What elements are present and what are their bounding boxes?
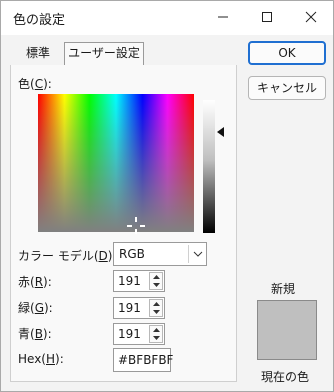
title-bar: 色の設定 bbox=[1, 1, 333, 35]
chevron-down-icon bbox=[193, 251, 203, 257]
blue-stepper[interactable]: 191 bbox=[113, 323, 165, 345]
cancel-button[interactable]: キャンセル bbox=[248, 76, 326, 100]
new-color-label: 新規 bbox=[271, 282, 296, 296]
hex-label: Hex(H): bbox=[18, 352, 64, 366]
color-model-value: RGB bbox=[119, 247, 145, 261]
crosshair-icon bbox=[127, 217, 145, 234]
maximize-icon bbox=[262, 12, 272, 22]
blue-stepper-buttons bbox=[149, 325, 163, 343]
blue-down-button[interactable] bbox=[150, 334, 162, 342]
maximize-button[interactable] bbox=[245, 1, 289, 33]
close-icon bbox=[305, 11, 317, 23]
caret-up-icon bbox=[152, 328, 160, 332]
caret-down-icon bbox=[152, 336, 160, 340]
minimize-icon bbox=[218, 16, 228, 18]
green-label: 緑(G): bbox=[18, 301, 53, 315]
color-model-select[interactable]: RGB bbox=[113, 242, 207, 266]
green-stepper[interactable]: 191 bbox=[113, 297, 165, 319]
color-spectrum[interactable] bbox=[38, 94, 194, 232]
color-dialog: 色の設定 標準 ユーザー設定 色(C): カラー モデル(D): RGB 赤(R… bbox=[0, 0, 334, 392]
red-down-button[interactable] bbox=[150, 281, 162, 289]
green-down-button[interactable] bbox=[150, 308, 162, 316]
luminance-arrow-icon[interactable] bbox=[217, 127, 224, 137]
minimize-button[interactable] bbox=[201, 1, 245, 33]
color-preview-swatch bbox=[257, 300, 317, 360]
luminance-slider[interactable] bbox=[203, 100, 215, 233]
color-model-label: カラー モデル(D): bbox=[18, 249, 116, 263]
select-divider bbox=[188, 245, 189, 263]
tab-standard[interactable]: 標準 bbox=[15, 43, 61, 64]
caret-up-icon bbox=[152, 275, 160, 279]
red-up-button[interactable] bbox=[150, 273, 162, 281]
red-label: 赤(R): bbox=[18, 275, 52, 289]
red-stepper-buttons bbox=[149, 272, 163, 290]
hex-input[interactable]: #BFBFBF bbox=[113, 348, 174, 372]
blue-value: 191 bbox=[118, 327, 141, 341]
tab-custom[interactable]: ユーザー設定 bbox=[64, 42, 144, 66]
ok-button[interactable]: OK bbox=[248, 41, 326, 65]
red-stepper[interactable]: 191 bbox=[113, 270, 165, 292]
caret-down-icon bbox=[152, 283, 160, 287]
current-color-label: 現在の色 bbox=[261, 370, 310, 384]
red-value: 191 bbox=[118, 274, 141, 288]
green-stepper-buttons bbox=[149, 299, 163, 317]
blue-label: 青(B): bbox=[18, 327, 52, 341]
window-title: 色の設定 bbox=[13, 13, 66, 28]
blue-up-button[interactable] bbox=[150, 326, 162, 334]
color-label: 色(C): bbox=[18, 77, 52, 91]
caret-down-icon bbox=[152, 310, 160, 314]
green-up-button[interactable] bbox=[150, 300, 162, 308]
hex-value: #BFBFBF bbox=[118, 353, 174, 367]
caret-up-icon bbox=[152, 302, 160, 306]
green-value: 191 bbox=[118, 301, 141, 315]
close-button[interactable] bbox=[289, 1, 333, 33]
